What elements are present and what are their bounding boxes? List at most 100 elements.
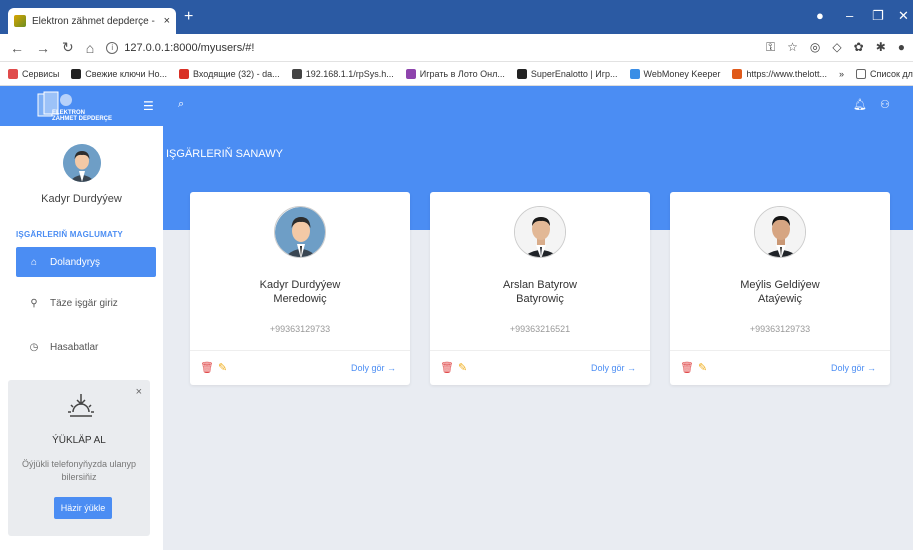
bookmark-item[interactable]: SuperEnalotto | Игр... — [516, 68, 618, 79]
edit-icon[interactable]: ✎ — [458, 361, 467, 374]
user-icon[interactable]: ⚇ — [880, 98, 890, 111]
extension-icon[interactable]: ◇ — [832, 40, 841, 55]
bookmarks-more-button[interactable]: » — [839, 69, 844, 79]
bookmark-item[interactable]: Входящие (32) - da... — [179, 68, 280, 79]
address-bar: ← → ↻ ⌂ i 127.0.0.1:8000/myusers/#! ⚿ ☆ … — [0, 34, 913, 62]
clock-icon: ◷ — [29, 341, 39, 353]
sunrise-icon — [68, 394, 94, 417]
employee-phone: +99363129733 — [269, 324, 331, 334]
employee-card: Arslan Batyrow Batyrowiç +99363216521 🗑︎… — [430, 192, 650, 385]
sidebar-item-label: Dolandyryş — [50, 256, 101, 268]
star-icon[interactable]: ☆ — [787, 40, 798, 55]
view-more-link[interactable]: Doly gör → — [831, 363, 876, 373]
sidebar: Kadyr Durdyýew IŞGÄRLERIŇ MAGLUMATY ⌂ Do… — [0, 126, 163, 550]
delete-icon[interactable]: 🗑︎ — [200, 361, 214, 374]
bookmarks-bar: Сервисы Свежие ключи Но... Входящие (32)… — [0, 62, 913, 86]
new-tab-button[interactable]: + — [184, 9, 193, 25]
logo-text: ELEKTRON ZÄHMET DEPDERÇE — [52, 110, 113, 122]
url-text: 127.0.0.1:8000/myusers/#! — [124, 41, 255, 54]
browser-toolbar-icons: ⚿ ☆ ◎ ◇ ✿ ✱ ● — [766, 40, 905, 55]
card-divider — [190, 350, 410, 351]
view-more-link[interactable]: Doly gör → — [591, 363, 636, 373]
employee-photo-icon — [755, 207, 805, 257]
edit-icon[interactable]: ✎ — [218, 361, 227, 374]
card-divider — [670, 350, 890, 351]
browser-tab[interactable]: Elektron zähmet depderçe - IŞGÄ × — [8, 8, 176, 34]
bookmark-item[interactable]: https://www.thelott... — [732, 68, 827, 79]
employee-name: Kadyr Durdyýew Meredowiç — [259, 279, 341, 305]
sidebar-item-add-employee[interactable]: ⚲ Täze işgär giriz — [16, 288, 156, 318]
bookmark-item[interactable]: Играть в Лото Онл... — [405, 68, 505, 79]
employee-card: Kadyr Durdyýew Meredowiç +99363129733 🗑︎… — [190, 192, 410, 385]
puzzle-icon[interactable]: ✱ — [876, 40, 886, 55]
window-close-icon[interactable]: ✕ — [898, 8, 909, 24]
view-more-link[interactable]: Doly gör → — [351, 363, 396, 373]
employee-avatar — [754, 206, 806, 258]
bookmark-item[interactable]: Свежие ключи Но... — [71, 68, 167, 79]
maximize-icon[interactable]: ❐ — [872, 8, 884, 24]
promo-title: ÝÜKLÄP AL — [52, 435, 106, 446]
tab-title: Elektron zähmet depderçe - IŞGÄ — [32, 15, 158, 27]
edit-icon[interactable]: ✎ — [698, 361, 707, 374]
profile-icon[interactable]: ● — [816, 8, 824, 23]
avatar[interactable] — [63, 144, 101, 182]
reload-icon[interactable]: ↻ — [62, 39, 74, 56]
minimize-icon[interactable]: – — [846, 8, 853, 23]
download-promo: × ÝÜKLÄP AL Öýjükli telefonyňyzda ulanyp… — [8, 380, 150, 536]
reading-list-button[interactable]: Список для чтени — [855, 68, 913, 79]
employee-card: Meýlis Geldiýew Ataýewiç +99363129733 🗑︎… — [670, 192, 890, 385]
employee-phone: +99363129733 — [749, 324, 811, 334]
globe-icon — [291, 68, 302, 79]
browser-tab-bar: Elektron zähmet depderçe - IŞGÄ × + ● – … — [0, 0, 913, 34]
page-title: IŞGÄRLERIŇ SANAWY — [166, 148, 283, 160]
home-browser-icon[interactable]: ⌂ — [86, 40, 94, 56]
user-avatar-icon — [275, 207, 325, 257]
url-field[interactable]: i 127.0.0.1:8000/myusers/#! — [106, 41, 255, 54]
tab-close-icon[interactable]: × — [164, 15, 170, 27]
bookmark-item[interactable]: 192.168.1.1/rpSys.h... — [291, 68, 394, 79]
promo-text: Öýjükli telefonyňyzda ulanyp bilersiňiz — [21, 459, 137, 482]
home-icon: ⌂ — [30, 256, 38, 268]
sidebar-item-label: Hasabatlar — [50, 341, 99, 353]
bookmark-icon — [732, 68, 743, 79]
sidebar-section-title: IŞGÄRLERIŇ MAGLUMATY — [16, 230, 123, 239]
bookmark-icon — [405, 68, 416, 79]
bookmark-icon — [516, 68, 527, 79]
card-divider — [430, 350, 650, 351]
reading-list-icon — [855, 68, 866, 79]
sidebar-item-label: Täze işgär giriz — [50, 297, 118, 309]
forward-icon[interactable]: → — [36, 40, 50, 56]
promo-close-icon[interactable]: × — [136, 386, 142, 398]
gmail-icon — [179, 68, 189, 79]
user-avatar-icon — [63, 144, 101, 182]
webmoney-icon — [629, 68, 640, 79]
bookmark-item[interactable]: Сервисы — [8, 68, 59, 79]
employee-photo-icon — [515, 207, 565, 257]
bell-icon[interactable]: 🔔︎ — [853, 98, 867, 111]
extension-icon[interactable]: ◎ — [810, 40, 820, 55]
key-icon[interactable]: ⚿ — [766, 40, 775, 55]
apps-icon — [8, 68, 18, 79]
avatar-icon[interactable]: ● — [898, 40, 905, 55]
sidebar-user-name: Kadyr Durdyýew — [41, 193, 122, 205]
employee-name: Arslan Batyrow Batyrowiç — [503, 279, 577, 305]
bookmark-item[interactable]: WebMoney Keeper — [629, 68, 720, 79]
search-icon[interactable]: ⌕ — [178, 98, 184, 111]
employee-phone: +99363216521 — [509, 324, 571, 334]
add-user-icon: ⚲ — [30, 297, 38, 309]
extension-icon[interactable]: ✿ — [854, 40, 864, 55]
sidebar-item-dashboard[interactable]: ⌂ Dolandyryş — [16, 247, 156, 277]
download-now-button[interactable]: Häzir ýükle — [54, 497, 112, 519]
bookmark-icon — [71, 68, 82, 79]
delete-icon[interactable]: 🗑︎ — [440, 361, 454, 374]
menu-toggle-icon[interactable]: ☰ — [143, 99, 154, 113]
app-logo[interactable]: ELEKTRON ZÄHMET DEPDERÇE — [36, 90, 116, 126]
favicon-icon — [14, 15, 26, 27]
app-header: ELEKTRON ZÄHMET DEPDERÇE — [0, 86, 913, 126]
employee-avatar — [274, 206, 326, 258]
sidebar-item-reports[interactable]: ◷ Hasabatlar — [16, 332, 156, 362]
employee-name: Meýlis Geldiýew Ataýewiç — [740, 279, 820, 305]
delete-icon[interactable]: 🗑︎ — [680, 361, 694, 374]
back-icon[interactable]: ← — [10, 40, 24, 56]
site-info-icon[interactable]: i — [106, 41, 119, 54]
